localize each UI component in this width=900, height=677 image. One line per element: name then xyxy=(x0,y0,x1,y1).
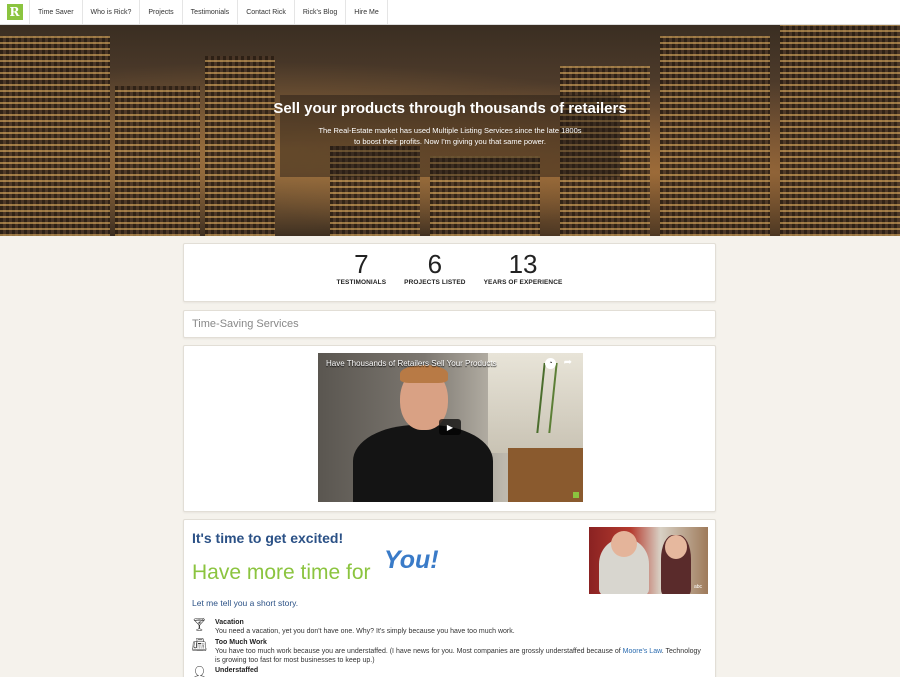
building-silhouette xyxy=(660,36,770,236)
hero-title: Sell your products through thousands of … xyxy=(273,100,627,117)
play-icon[interactable]: ▶ xyxy=(439,419,461,435)
clock-icon[interactable]: ◔ xyxy=(545,358,556,369)
video-title[interactable]: Have Thousands of Retailers Sell Your Pr… xyxy=(326,359,497,368)
nav-item-hire-me[interactable]: Hire Me xyxy=(346,0,388,24)
stat-number: 7 xyxy=(354,249,369,279)
story-intro: Let me tell you a short story. xyxy=(192,598,299,608)
photo-man-head xyxy=(611,531,637,557)
feature-heading: Vacation xyxy=(215,619,244,626)
nav-item-projects[interactable]: Projects xyxy=(140,0,183,24)
more-time-heading: Have more time for xyxy=(192,561,371,584)
stat-experience: 13 YEARS OF EXPERIENCE xyxy=(484,244,563,301)
stat-label: PROJECTS LISTED xyxy=(404,279,466,286)
feature-text: Understaffed xyxy=(215,666,258,677)
you-heading: You! xyxy=(384,546,439,574)
nav-item-testimonials[interactable]: Testimonials xyxy=(183,0,239,24)
building-silhouette xyxy=(205,56,275,236)
feature-understaffed: 👤︎ Understaffed xyxy=(191,665,707,677)
video-person xyxy=(353,425,493,502)
cocktail-icon: 🍸︎ xyxy=(191,617,208,632)
stat-number: 6 xyxy=(427,249,443,279)
feature-text: Vacation You need a vacation, yet you do… xyxy=(215,618,515,636)
hero-subtitle: The Real-Estate market has used Multiple… xyxy=(318,126,582,146)
channel-badge-icon xyxy=(573,492,579,498)
feature-body-start: You have too much work because you are u… xyxy=(215,648,623,655)
person-icon: 👤︎ xyxy=(191,665,208,677)
feature-too-much-work: 📠︎ Too Much Work You have too much work … xyxy=(191,637,707,665)
stat-testimonials: 7 TESTIMONIALS xyxy=(337,244,387,301)
nav-item-who-is-rick[interactable]: Who is Rick? xyxy=(83,0,141,24)
stat-projects: 6 PROJECTS LISTED xyxy=(404,244,465,301)
feature-text: Too Much Work You have too much work bec… xyxy=(215,638,707,665)
feature-vacation: 🍸︎ Vacation You need a vacation, yet you… xyxy=(191,617,707,636)
logo-icon[interactable]: R xyxy=(6,4,23,20)
feature-body: You have too much work because you are u… xyxy=(215,647,707,665)
family-photo: abc xyxy=(589,527,708,594)
photo-watermark: abc xyxy=(693,584,702,590)
photo-woman-head xyxy=(665,535,687,559)
video-window xyxy=(488,353,583,453)
feature-body: You need a vacation, yet you don't have … xyxy=(215,628,515,635)
share-icon[interactable]: ➦ xyxy=(564,357,572,368)
feature-heading: Understaffed xyxy=(215,667,259,674)
hero-banner: Sell your products through thousands of … xyxy=(0,25,900,236)
stat-label: TESTIMONIALS xyxy=(336,279,387,286)
stats-card: 7 TESTIMONIALS 6 PROJECTS LISTED 13 YEAR… xyxy=(183,243,716,302)
building-silhouette xyxy=(780,25,900,236)
excited-title: It's time to get excited! xyxy=(192,530,344,546)
logo[interactable]: R xyxy=(0,0,30,24)
building-silhouette xyxy=(0,36,110,236)
fax-icon: 📠︎ xyxy=(191,637,208,652)
video-card: Have Thousands of Retailers Sell Your Pr… xyxy=(183,345,716,512)
stat-label: YEARS OF EXPERIENCE xyxy=(483,279,563,286)
top-nav: R Time Saver Who is Rick? Projects Testi… xyxy=(0,0,900,25)
nav-item-time-saver[interactable]: Time Saver xyxy=(30,0,83,24)
excited-card: It's time to get excited! Have more time… xyxy=(183,519,716,677)
video-player[interactable]: Have Thousands of Retailers Sell Your Pr… xyxy=(318,353,583,502)
moores-law-link[interactable]: Moore's Law xyxy=(623,648,662,655)
services-heading: Time-Saving Services xyxy=(183,310,716,338)
video-desk xyxy=(508,448,583,502)
nav-item-contact-rick[interactable]: Contact Rick xyxy=(238,0,295,24)
stat-number: 13 xyxy=(508,249,538,279)
feature-heading: Too Much Work xyxy=(215,639,267,646)
nav-item-ricks-blog[interactable]: Rick's Blog xyxy=(295,0,347,24)
